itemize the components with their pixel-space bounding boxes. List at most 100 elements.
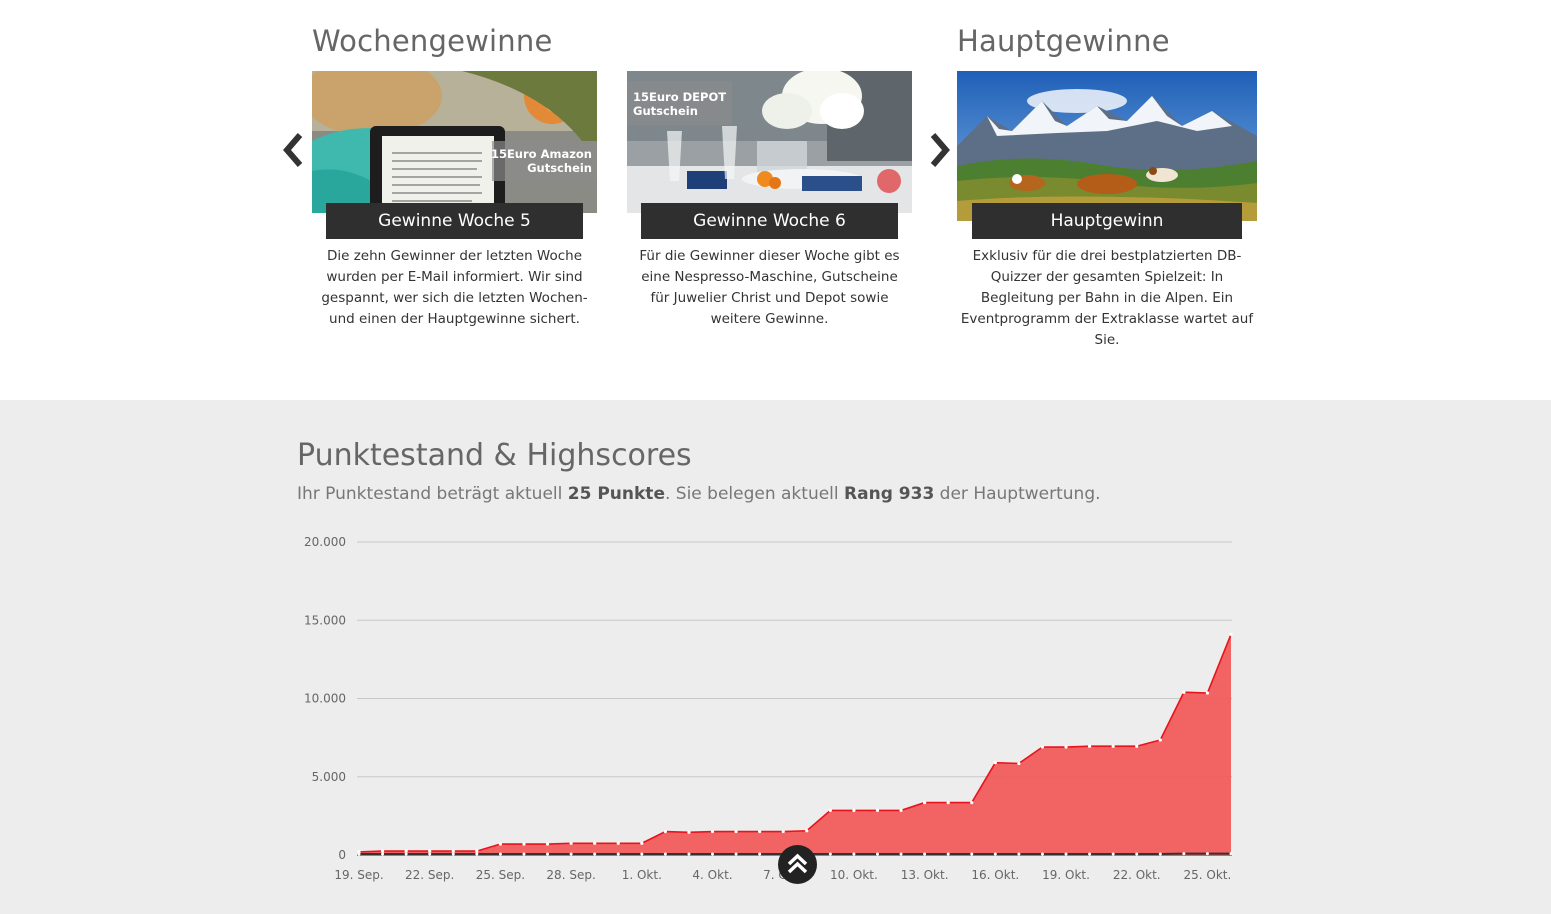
data-point[interactable]: [1087, 744, 1092, 748]
score-area: [359, 634, 1231, 855]
user-data-point[interactable]: [663, 852, 667, 856]
data-point[interactable]: [828, 808, 832, 812]
data-point[interactable]: [899, 808, 903, 812]
data-point[interactable]: [1040, 745, 1045, 749]
data-point[interactable]: [1064, 745, 1068, 749]
data-point[interactable]: [781, 829, 785, 834]
voucher-overlay-text: 15Euro DEPOT Gutschein: [633, 90, 727, 118]
x-tick-label: 13. Okt.: [901, 868, 949, 882]
data-point[interactable]: [1017, 761, 1021, 766]
caption-main-prize[interactable]: Hauptgewinn: [972, 203, 1242, 239]
scroll-to-top-button[interactable]: [778, 845, 817, 884]
user-data-point[interactable]: [734, 852, 738, 856]
x-tick-label: 25. Okt.: [1184, 868, 1232, 882]
x-tick-label: 10. Okt.: [830, 868, 878, 882]
x-tick-label: 28. Sep.: [546, 868, 595, 882]
data-point[interactable]: [710, 829, 715, 834]
data-point[interactable]: [923, 800, 927, 805]
user-data-point[interactable]: [1111, 852, 1115, 856]
data-point[interactable]: [545, 842, 550, 846]
user-data-point[interactable]: [1135, 852, 1139, 856]
x-tick-label: 25. Sep.: [476, 868, 525, 882]
y-tick-label: 5.000: [312, 770, 346, 784]
user-data-point[interactable]: [640, 852, 644, 856]
user-data-point[interactable]: [946, 852, 950, 856]
data-point[interactable]: [498, 842, 503, 846]
user-data-point[interactable]: [593, 852, 597, 856]
y-tick-label: 15.000: [304, 613, 346, 627]
data-point[interactable]: [1111, 744, 1115, 748]
user-data-point[interactable]: [428, 852, 432, 856]
user-data-point[interactable]: [758, 852, 762, 856]
chevron-left-icon[interactable]: [280, 132, 306, 172]
user-data-point[interactable]: [475, 852, 479, 856]
data-point[interactable]: [569, 841, 573, 845]
data-point[interactable]: [616, 841, 620, 845]
user-data-point[interactable]: [357, 852, 361, 856]
user-data-point[interactable]: [687, 852, 691, 856]
score-chart: 20.000 15.000 10.000 5.000 0 19. Sep. 22. Sep.…: [304, 535, 1233, 882]
data-point[interactable]: [1158, 738, 1162, 742]
data-point[interactable]: [522, 842, 526, 846]
depot-voucher-image: 15Euro DEPOT Gutschein: [627, 71, 912, 213]
data-point[interactable]: [805, 829, 809, 833]
data-point[interactable]: [640, 841, 644, 845]
user-data-point[interactable]: [1158, 852, 1162, 856]
y-tick-label: 20.000: [304, 535, 346, 549]
chevron-right-icon[interactable]: [927, 132, 953, 172]
x-tick-label: 19. Okt.: [1042, 868, 1090, 882]
data-point[interactable]: [451, 849, 455, 853]
data-point[interactable]: [946, 800, 950, 805]
data-point[interactable]: [970, 800, 974, 805]
data-point[interactable]: [404, 849, 408, 853]
user-data-point[interactable]: [993, 852, 997, 856]
scores-section: Punktestand & Highscores Ihr Punktestand…: [0, 400, 1551, 914]
user-data-point[interactable]: [451, 852, 455, 856]
data-point[interactable]: [380, 849, 385, 853]
user-data-point[interactable]: [899, 852, 903, 856]
user-data-point[interactable]: [1229, 852, 1233, 856]
data-point[interactable]: [663, 829, 667, 834]
user-data-point[interactable]: [546, 852, 550, 856]
y-tick-label: 0: [338, 848, 346, 862]
data-point[interactable]: [475, 849, 479, 853]
user-data-point[interactable]: [875, 852, 879, 856]
data-point[interactable]: [593, 841, 597, 845]
user-data-point[interactable]: [616, 852, 620, 856]
user-data-point[interactable]: [711, 852, 715, 856]
data-point[interactable]: [687, 830, 691, 834]
user-data-point[interactable]: [1017, 852, 1021, 856]
voucher-overlay-text: 15Euro Amazon Gutschein: [490, 147, 592, 175]
user-data-point[interactable]: [1040, 852, 1044, 856]
user-data-point[interactable]: [381, 852, 385, 856]
caption-week-6[interactable]: Gewinne Woche 6: [641, 203, 898, 239]
x-tick-label: 4. Okt.: [692, 868, 732, 882]
data-point[interactable]: [1135, 744, 1139, 748]
data-point[interactable]: [1205, 691, 1210, 695]
user-data-point[interactable]: [828, 852, 832, 856]
user-data-point[interactable]: [1205, 852, 1209, 856]
user-data-point[interactable]: [522, 852, 526, 856]
data-point[interactable]: [734, 829, 738, 834]
data-point[interactable]: [428, 849, 432, 853]
user-data-point[interactable]: [498, 852, 502, 856]
user-data-point[interactable]: [970, 852, 974, 856]
user-data-point[interactable]: [852, 852, 856, 856]
caption-week-5[interactable]: Gewinne Woche 5: [326, 203, 583, 239]
data-point[interactable]: [1229, 632, 1233, 636]
description-main-prize: Exklusiv für die drei bestplatzierten DB…: [960, 248, 1254, 348]
user-data-point[interactable]: [1088, 852, 1092, 856]
user-data-point[interactable]: [569, 852, 573, 856]
user-data-point[interactable]: [404, 852, 408, 856]
x-tick-label: 22. Sep.: [405, 868, 454, 882]
y-tick-label: 10.000: [304, 692, 346, 706]
data-point[interactable]: [875, 808, 880, 812]
data-point[interactable]: [1182, 690, 1186, 694]
user-data-point[interactable]: [1182, 852, 1186, 856]
user-data-point[interactable]: [923, 852, 927, 856]
data-point[interactable]: [852, 808, 856, 812]
data-point[interactable]: [758, 829, 762, 834]
x-tick-label: 22. Okt.: [1113, 868, 1161, 882]
data-point[interactable]: [993, 761, 997, 765]
user-data-point[interactable]: [1064, 852, 1068, 856]
